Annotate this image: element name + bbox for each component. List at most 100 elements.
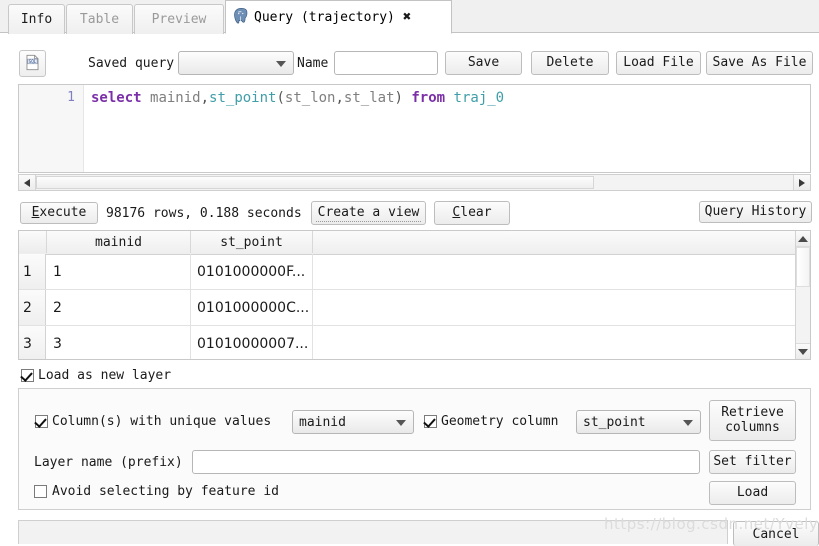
sql-function-stpoint: st_point [209,90,277,106]
table-header-row: mainid st_point [19,231,810,255]
unique-values-selected: mainid [299,414,346,430]
sql-arg-stlat: st_lat [343,90,395,106]
load-as-new-layer-checkbox[interactable] [21,369,34,382]
scroll-up-icon[interactable] [796,231,810,247]
scroll-right-icon[interactable] [793,175,810,190]
editor-gutter: 1 [19,85,84,172]
cell-stpoint[interactable]: 01010000007... [191,326,313,359]
name-input[interactable] [334,51,438,75]
sql-space-3 [445,90,453,106]
sql-comma-2: , [335,90,344,106]
delete-button[interactable]: Delete [531,51,609,75]
table-header-mainid[interactable]: mainid [47,231,191,253]
execute-button[interactable]: Execute [20,202,98,224]
geometry-column-dropdown[interactable]: st_point [576,410,701,434]
row-index[interactable]: 3 [19,326,46,359]
query-status-text: 98176 rows, 0.188 seconds [106,206,302,221]
row-index[interactable]: 2 [19,290,46,325]
postgresql-elephant-icon [232,7,251,26]
sql-comma: , [200,90,210,106]
tab-preview-label: Preview [151,12,207,27]
chevron-down-icon [396,420,406,426]
vertical-scroll-thumb[interactable] [796,247,810,287]
avoid-feature-id-checkbox[interactable] [34,485,47,498]
sql-keyword-select: select [91,90,142,106]
editor-horizontal-scrollbar[interactable] [18,174,811,191]
clear-button[interactable]: Clear [434,201,510,225]
set-filter-button[interactable]: Set filter [709,450,796,474]
scroll-left-icon[interactable] [19,175,36,190]
save-as-file-button[interactable]: Save As File [706,51,813,75]
cell-stpoint[interactable]: 0101000000C... [191,290,313,325]
tab-query-label: Query (trajectory) [254,9,395,25]
sql-paren-open: ( [276,90,285,106]
execute-mnemonic: E [31,204,40,220]
cell-mainid[interactable]: 3 [47,326,191,359]
sql-document-icon: SQL [24,54,41,74]
sql-arg-stlon: st_lon [284,90,336,106]
row-index[interactable]: 1 [19,254,46,289]
table-header-stpoint[interactable]: st_point [191,231,313,253]
results-vertical-scrollbar[interactable] [795,231,810,359]
sql-column-mainid: mainid [150,90,201,106]
cell-mainid[interactable]: 1 [47,254,191,289]
load-file-button[interactable]: Load File [616,51,701,75]
bottom-panel [18,520,728,544]
results-table: mainid st_point 1 1 0101000000F... 2 2 0… [18,230,811,360]
tab-info[interactable]: Info [8,4,65,34]
unique-values-checkbox[interactable] [35,415,48,428]
sql-icon-button[interactable]: SQL [19,50,46,77]
tab-preview[interactable]: Preview [134,4,224,34]
geometry-column-label: Geometry column [441,414,559,429]
svg-text:SQL: SQL [29,59,37,65]
unique-values-label: Column(s) with unique values [52,414,272,429]
tab-table-label: Table [79,12,120,27]
create-view-label: Create a view [317,204,420,220]
clear-mnemonic: C [452,204,461,220]
table-row[interactable]: 2 2 0101000000C... [19,290,810,326]
retrieve-columns-label-line1: Retrieve [721,404,784,420]
saved-query-dropdown[interactable] [178,51,294,75]
cell-mainid[interactable]: 2 [47,290,191,325]
saved-query-label: Saved query [88,56,175,71]
table-header-corner[interactable] [19,231,47,253]
tab-table[interactable]: Table [66,4,133,34]
retrieve-columns-label-line2: columns [725,419,780,435]
sql-paren-close: ) [394,90,403,106]
name-label: Name [297,56,329,71]
sql-keyword-from: from [411,90,446,106]
execute-label: xecute [39,204,87,220]
close-icon[interactable]: ✖ [403,9,411,25]
sql-space [142,90,150,106]
horizontal-scroll-thumb[interactable] [36,176,594,189]
chevron-down-icon [683,420,693,426]
query-history-button[interactable]: Query History [699,201,812,223]
line-number: 1 [67,90,75,105]
layer-name-label: Layer name (prefix) [34,455,183,470]
table-row[interactable]: 1 1 0101000000F... [19,254,810,290]
cancel-button[interactable]: Cancel [733,521,819,546]
tab-bar: Info Table Preview Query (trajectory) ✖ [0,0,819,34]
save-button[interactable]: Save [445,51,522,75]
load-as-new-layer-label: Load as new layer [38,368,172,383]
sql-editor[interactable]: 1 select mainid,st_point(st_lon,st_lat) … [18,84,811,173]
create-view-button[interactable]: Create a view [311,201,426,225]
unique-values-dropdown[interactable]: mainid [292,410,414,434]
sql-code-line: select mainid,st_point(st_lon,st_lat) fr… [91,90,504,106]
geometry-column-selected: st_point [583,414,646,430]
scroll-down-icon[interactable] [796,343,810,359]
chevron-down-icon [276,61,286,67]
load-button[interactable]: Load [709,481,796,505]
layer-name-input[interactable] [192,450,700,474]
avoid-feature-id-label: Avoid selecting by feature id [52,484,279,499]
retrieve-columns-button[interactable]: Retrieve columns [709,400,796,441]
qgis-db-manager-window: Info Table Preview Query (trajectory) ✖ [0,0,819,546]
tab-query-trajectory[interactable]: Query (trajectory) ✖ [225,0,452,34]
tab-info-label: Info [20,12,53,27]
sql-table-traj0: traj_0 [453,90,505,106]
cell-stpoint[interactable]: 0101000000F... [191,254,313,289]
table-header-empty [313,231,797,253]
geometry-column-checkbox[interactable] [424,415,437,428]
table-row[interactable]: 3 3 01010000007... [19,326,810,359]
focus-indicator [316,220,421,222]
